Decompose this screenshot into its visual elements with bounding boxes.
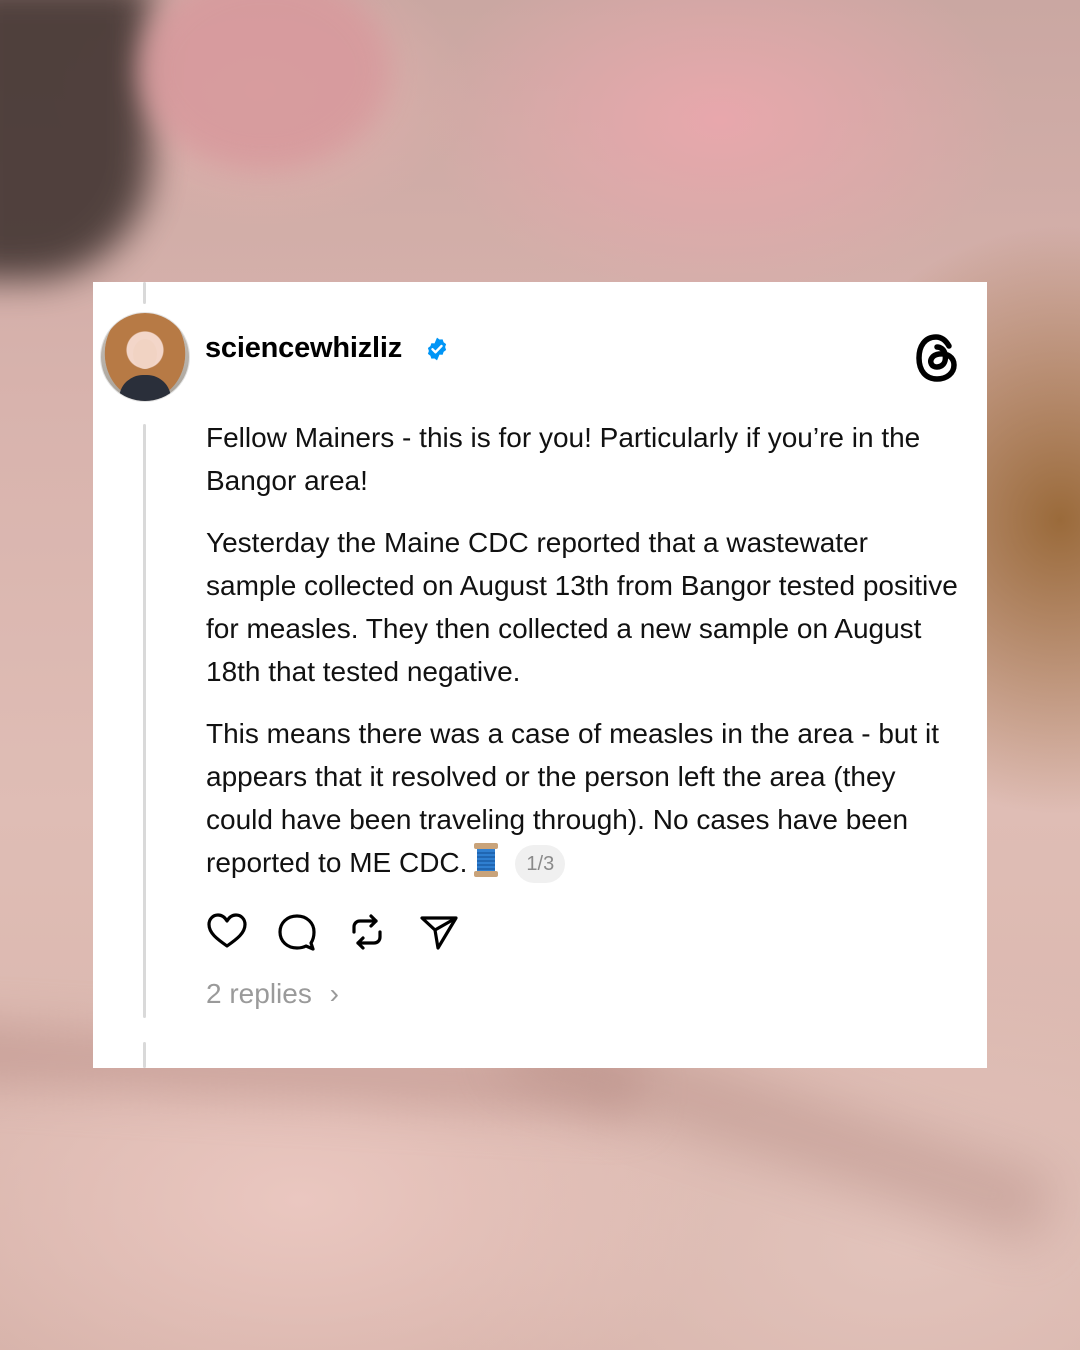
replies-count: 2 replies [206, 978, 312, 1009]
avatar[interactable] [100, 312, 190, 402]
post-paragraph: Fellow Mainers - this is for you! Partic… [206, 422, 921, 496]
thread-connector-line [143, 424, 146, 1018]
post-paragraph: This means there was a case of measles i… [206, 712, 966, 884]
background-hair [0, 0, 150, 280]
avatar-face [133, 339, 157, 369]
post-paragraph-text: This means there was a case of measles i… [206, 718, 940, 878]
repost-icon[interactable] [345, 910, 389, 954]
thread-connector-top [143, 282, 146, 304]
threads-logo-icon[interactable] [913, 332, 961, 384]
replies-link[interactable]: 2 replies › [206, 978, 339, 1010]
post-paragraph: Yesterday the Maine CDC reported that a … [206, 527, 958, 687]
username[interactable]: sciencewhizliz [205, 332, 402, 365]
background-ear [140, 0, 390, 170]
avatar-shirt [119, 375, 171, 401]
verified-badge-icon [427, 337, 447, 361]
chevron-right-icon: › [329, 978, 339, 1009]
threads-post-card: sciencewhizliz Fellow Mainers - this is … [93, 282, 987, 1068]
comment-bubble-icon[interactable] [275, 910, 319, 954]
thread-connector-bottom [143, 1042, 146, 1068]
heart-icon[interactable] [205, 910, 249, 954]
send-icon[interactable] [417, 910, 461, 954]
post-body: Fellow Mainers - this is for you! Partic… [206, 416, 966, 903]
thread-page-indicator: 1/3 [515, 845, 566, 883]
spool-of-thread-icon [474, 843, 499, 877]
